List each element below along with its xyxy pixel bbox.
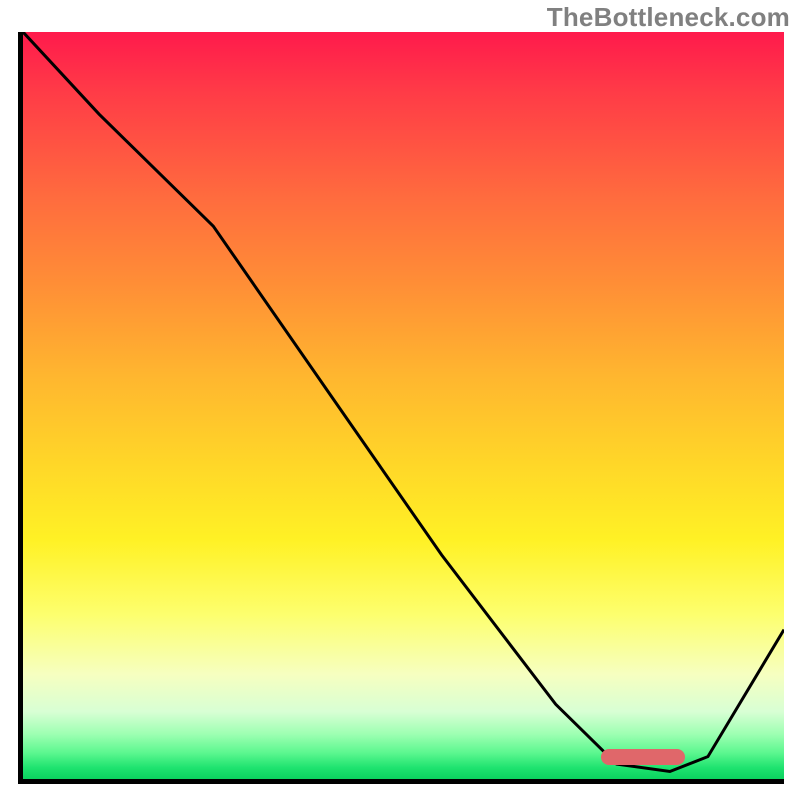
plot-area [23,32,784,779]
watermark-text: TheBottleneck.com [547,2,790,33]
bottleneck-curve [23,32,784,779]
chart-container: TheBottleneck.com [0,0,800,800]
optimal-range-indicator [601,749,685,765]
